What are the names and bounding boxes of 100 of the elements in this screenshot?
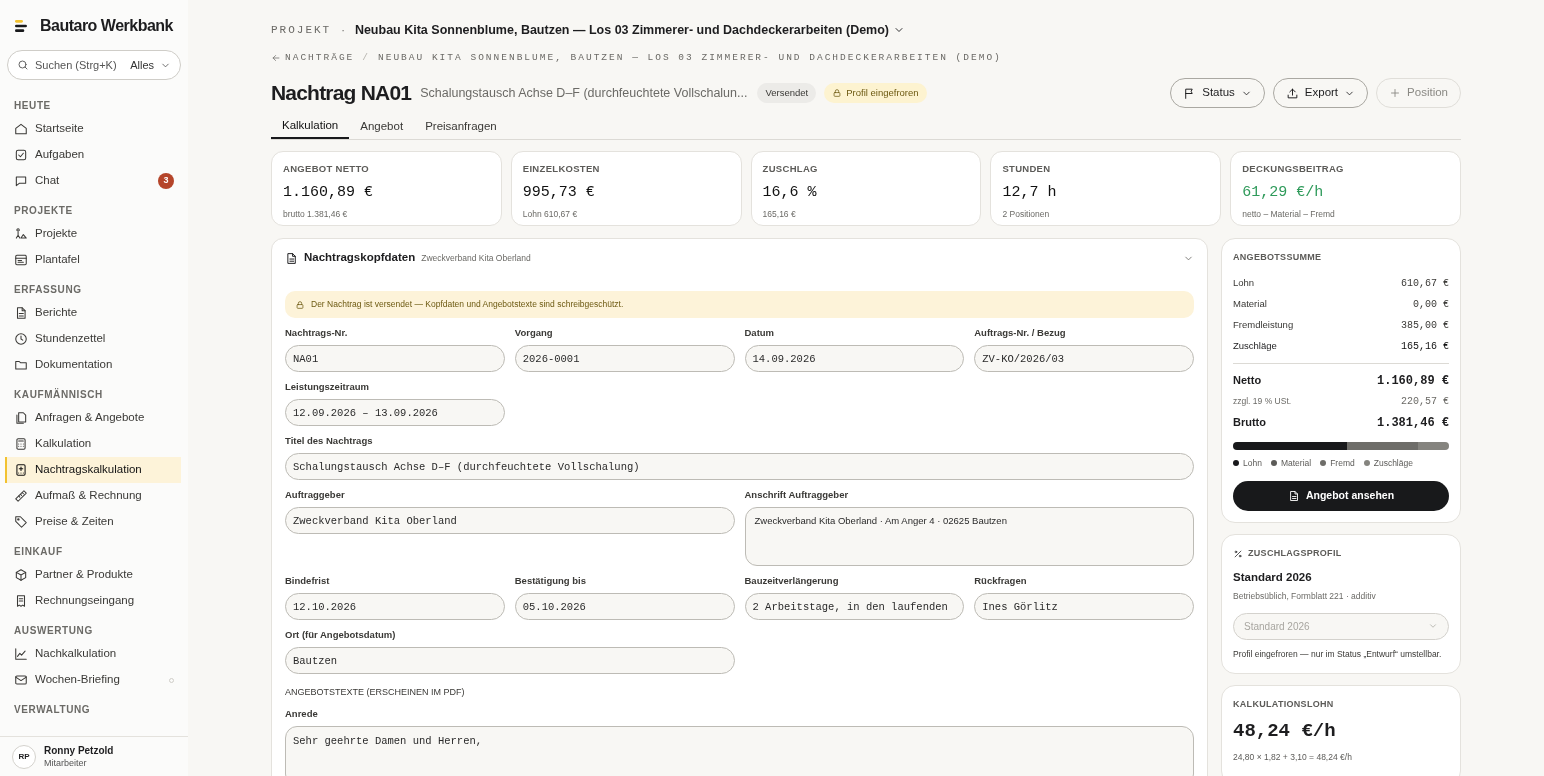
input-field[interactable]: 14.09.2026 <box>744 345 965 372</box>
panel-title: Nachtragskopfdaten <box>304 250 416 266</box>
input-field[interactable]: 12.09.2026 – 13.09.2026 <box>285 399 505 426</box>
ruler-icon <box>14 489 28 503</box>
nav-item[interactable]: Nachtragskalkulation <box>5 457 181 483</box>
field-label: Vorgang <box>514 326 554 340</box>
project-selector[interactable]: Neubau Kita Sonnenblume, Bautzen — Los 03 Zimmerer- und Dachdeckerarbeiten (Demo) <box>354 20 906 40</box>
profile-name: Standard 2026 <box>1233 569 1313 585</box>
stat-value: 995,73 € <box>522 183 596 204</box>
nav-item[interactable]: Berichte <box>7 300 181 326</box>
profile-note: Profil eingefroren — nur im Status „Entwurf“ umstellbar. <box>1233 647 1443 661</box>
input-field[interactable]: 12.10.2026 <box>285 593 505 620</box>
view-offer-button[interactable]: Angebot ansehen <box>1233 481 1449 512</box>
figure-icon <box>14 227 28 241</box>
summary-label: Material <box>1233 296 1267 311</box>
field-label: Bindefrist <box>285 574 331 588</box>
breadcrumb-current: NEUBAU KITA SONNENBLUME, BAUTZEN — LOS 03 ZIMMERER- UND DACHDECKERARBEITEN (DEMO) <box>378 50 1002 65</box>
section-heading: AUSWERTUNG <box>13 623 94 638</box>
nav-item[interactable]: Aufgaben <box>7 142 181 168</box>
stat-note: netto – Material – Fremd <box>1242 207 1336 221</box>
board-icon <box>14 253 28 267</box>
plus-icon <box>1389 87 1402 99</box>
field-label: Auftraggeber <box>285 488 346 502</box>
summary-label: Brutto <box>1233 415 1266 431</box>
profile-description: Betriebsüblich, Formblatt 221 · additiv <box>1233 590 1377 603</box>
nav-item[interactable]: Plantafel <box>7 247 181 273</box>
calculator-icon <box>14 437 28 451</box>
page-title: Nachtrag NA01 <box>271 80 412 107</box>
stat-label: STUNDEN <box>1002 162 1052 176</box>
stat-note: brutto 1.381,46 € <box>283 207 349 221</box>
input-field[interactable]: 2 Arbeitstage, in den laufenden <box>744 593 965 620</box>
summary-value: 165,16 € <box>1401 339 1449 354</box>
nav-item[interactable]: Nachkalkulation <box>7 641 181 667</box>
nav-item[interactable]: Dokumentation <box>7 352 181 378</box>
card-title: ANGEBOTSSUMME <box>1233 251 1323 264</box>
summary-value: 385,00 € <box>1401 318 1449 333</box>
field-label: Leistungszeitraum <box>285 380 370 394</box>
tab[interactable]: Kalkulation <box>271 115 350 139</box>
lock-icon <box>295 299 305 310</box>
wage-value: 48,24 €/h <box>1233 719 1337 744</box>
app-name: Bautaro Werkbank <box>39 16 173 36</box>
textarea-field[interactable]: Sehr geehrte Damen und Herren, <box>285 725 1194 776</box>
stat-note: 165,16 € <box>762 207 797 221</box>
legend-label: Zuschläge <box>1373 456 1413 470</box>
summary-label: Fremdleistung <box>1233 317 1294 332</box>
percent-icon <box>1233 549 1243 559</box>
section-heading: VERWALTUNG <box>13 702 92 717</box>
document-icon <box>14 306 28 320</box>
stat-value: 1.160,89 € <box>283 183 374 204</box>
field-label: Ort (für Angebotsdatum) <box>285 628 397 642</box>
field-label: Anrede <box>285 706 319 721</box>
input-field[interactable]: ZV-KO/2026/03 <box>974 345 1194 372</box>
input-field[interactable]: 2026-0001 <box>514 345 735 372</box>
legend-label: Lohn <box>1243 456 1262 470</box>
stat-label: ANGEBOT NETTO <box>283 162 371 176</box>
back-link[interactable]: NACHTRÄGE <box>271 50 355 66</box>
chart-icon <box>14 647 28 661</box>
chat-icon <box>14 174 28 188</box>
tab[interactable]: Angebot <box>349 115 415 139</box>
field-label: Datum <box>744 326 776 340</box>
nav-item[interactable]: Rechnungseingang <box>7 588 181 614</box>
input-field[interactable]: Schalungstausch Achse D–F (durchfeuchtete Vollschalung) <box>285 453 1194 480</box>
section-heading: KAUFMÄNNISCH <box>13 387 104 402</box>
tab[interactable]: Preisanfragen <box>414 115 508 139</box>
upload-icon <box>1285 86 1299 100</box>
nav-item[interactable]: Aufmaß & Rechnung <box>7 483 181 509</box>
summary-label: Zuschläge <box>1233 338 1277 353</box>
card-title: KALKULATIONSLOHN <box>1233 697 1335 711</box>
user-role: Mitarbeiter <box>44 756 88 770</box>
nav-item[interactable]: Preise & Zeiten <box>7 509 181 535</box>
nav-item[interactable]: Anfragen & Angebote <box>7 405 181 431</box>
nav-item[interactable]: Partner & Produkte <box>7 562 181 588</box>
section-heading: HEUTE <box>13 98 52 113</box>
field-label: Anschrift Auftraggeber <box>744 488 850 502</box>
summary-value: 220,57 € <box>1401 395 1449 409</box>
document-icon <box>1287 490 1300 503</box>
input-field[interactable]: 05.10.2026 <box>514 593 735 620</box>
panel-subtitle: Zweckverband Kita Oberland <box>421 251 531 265</box>
summary-value: 1.381,46 € <box>1377 414 1449 432</box>
input-field[interactable]: Zweckverband Kita Oberland <box>285 507 735 534</box>
textarea-field[interactable]: Zweckverband Kita Oberland · Am Anger 4 · 02625 Bautzen <box>744 507 1194 566</box>
summary-value: 1.160,89 € <box>1377 372 1449 390</box>
input-field[interactable]: NA01 <box>285 345 505 372</box>
stat-value: 16,6 % <box>762 183 818 204</box>
nav-item[interactable]: Startseite <box>7 116 181 142</box>
search-field[interactable]: Suchen (Strg+K) Alles <box>7 50 181 80</box>
wage-formula: 24,80 × 1,82 + 3,10 = 48,24 €/h <box>1233 750 1353 764</box>
input-field[interactable]: Bautzen <box>285 647 735 674</box>
page-subtitle: Schalungstausch Achse D–F (durchfeuchtete Vollschalun... <box>420 84 748 102</box>
nav-item[interactable]: Stundenzettel <box>7 326 181 352</box>
stat-value: 61,29 €/h <box>1242 183 1325 204</box>
section-heading: ERFASSUNG <box>13 282 83 297</box>
documents-icon <box>14 411 28 425</box>
nav-item[interactable]: Kalkulation <box>7 431 181 457</box>
nav-item[interactable]: Projekte <box>7 221 181 247</box>
stat-label: EINZELKOSTEN <box>522 162 601 176</box>
summary-value: 610,67 € <box>1401 276 1449 291</box>
input-field[interactable]: Ines Görlitz <box>974 593 1194 620</box>
nav-item[interactable]: Chat 3 <box>7 168 181 194</box>
nav-item[interactable]: Wochen-Briefing <box>7 667 181 693</box>
